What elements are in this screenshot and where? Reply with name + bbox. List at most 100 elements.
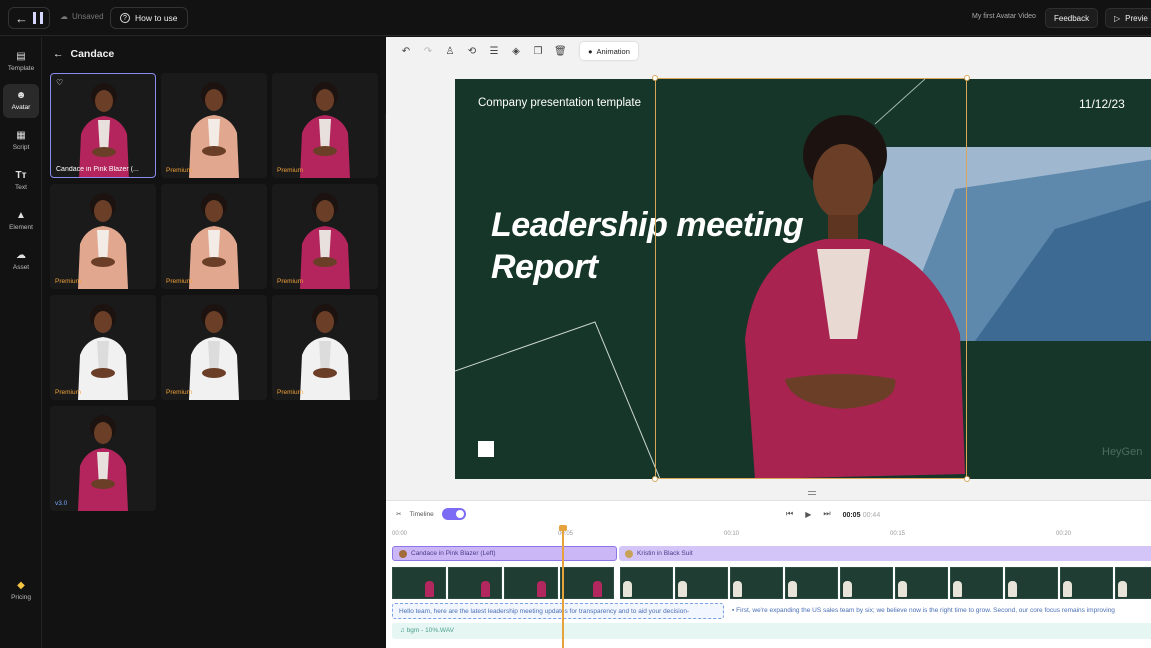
slide-template-title[interactable]: Company presentation template	[478, 97, 641, 109]
help-icon: ?	[120, 13, 130, 23]
heart-icon[interactable]: ♡	[56, 78, 63, 87]
element-icon: ▲	[16, 210, 26, 221]
animation-label: Animation	[596, 46, 630, 56]
current-time: 00:05	[842, 511, 861, 519]
feedback-button[interactable]: Feedback	[1045, 8, 1099, 28]
redo-icon[interactable]: ↷	[422, 46, 434, 57]
script-icon: ▦	[16, 130, 26, 141]
nav-template-label: Template	[7, 65, 35, 72]
nav-element-label: Element	[9, 224, 33, 231]
timeline-toggle[interactable]	[441, 508, 466, 520]
script-clip[interactable]: ▪ First, we're expanding the US sales te…	[730, 603, 1151, 619]
diamond-icon: ◆	[17, 580, 25, 591]
scene-thumbnail[interactable]	[1005, 567, 1058, 599]
nav-template[interactable]: ▤ Template	[3, 45, 39, 79]
scene-track[interactable]	[392, 567, 1151, 599]
scene-thumbnail[interactable]	[448, 567, 502, 599]
avatar-tile[interactable]: Premium	[50, 184, 156, 289]
avatar-thumbnail	[189, 193, 239, 289]
avatar-tile[interactable]: Premium	[161, 73, 267, 178]
nav-script[interactable]: ▦ Script	[3, 124, 39, 158]
premium-badge: Premium	[55, 389, 82, 396]
avatar-thumbnail	[78, 415, 128, 511]
avatar-tile[interactable]: Premium	[272, 73, 378, 178]
ruler-tick: 00:20	[1056, 531, 1072, 537]
panel-title: Candace	[70, 48, 115, 60]
person-icon[interactable]: ♙	[444, 46, 456, 57]
avatar-tile[interactable]: ♡ Candace in Pink Blazer (...	[50, 73, 156, 178]
replace-icon[interactable]: ⟲	[466, 46, 478, 57]
timeline-resize-grip[interactable]	[808, 491, 816, 495]
timeline-label: Timeline	[409, 510, 434, 518]
scene-thumbnail[interactable]	[730, 567, 783, 599]
play-icon[interactable]: ▶	[805, 510, 811, 519]
back-button[interactable]: ←	[8, 7, 50, 29]
project-name[interactable]: My first Avatar Video	[972, 13, 1036, 20]
audio-track[interactable]: ♫ bgm - 10%.WAV	[392, 623, 1151, 639]
scene-thumbnail[interactable]	[392, 567, 446, 599]
nav-text-label: Text	[15, 184, 27, 191]
scene-thumbnail[interactable]	[560, 567, 614, 599]
avatar-track-clip[interactable]: Candace in Pink Blazer (Left)	[392, 546, 617, 561]
premium-badge: Premium	[166, 389, 193, 396]
scene-thumbnail[interactable]	[1115, 567, 1151, 599]
total-time: 00:44	[862, 511, 881, 519]
slide-date[interactable]: 11/12/23	[1079, 97, 1125, 111]
scene-thumbnail[interactable]	[675, 567, 728, 599]
skip-back-icon[interactable]: ⏮	[786, 509, 793, 519]
resize-handle-bl[interactable]	[652, 476, 658, 482]
nav-pricing[interactable]: ◆ Pricing	[3, 574, 39, 608]
panel-header[interactable]: ← Candace	[53, 48, 114, 60]
script-clip[interactable]: Hello team, here are the latest leadersh…	[392, 603, 724, 619]
template-icon: ▤	[16, 51, 26, 62]
scene-thumbnail[interactable]	[620, 567, 673, 599]
scene-thumbnail[interactable]	[504, 567, 558, 599]
avatar-thumbnail	[78, 193, 128, 289]
cloud-icon: ☁	[60, 12, 68, 21]
how-to-use-button[interactable]: ? How to use	[110, 7, 188, 29]
scene-thumbnail[interactable]	[1060, 567, 1113, 599]
playhead[interactable]	[559, 525, 567, 648]
delete-icon[interactable]: 🗑	[554, 46, 567, 57]
avatar-thumbnail	[300, 82, 350, 178]
skip-forward-icon[interactable]: ⏭	[823, 509, 830, 519]
avatar-tile[interactable]: Premium	[272, 184, 378, 289]
ruler-tick: 00:15	[890, 531, 906, 537]
preview-button[interactable]: ▷ Previe	[1105, 8, 1151, 28]
slide-square-shape[interactable]	[478, 441, 494, 457]
resize-handle-tl[interactable]	[652, 75, 658, 81]
layers-icon[interactable]: ◈	[510, 46, 522, 57]
logo-icon	[33, 12, 43, 24]
asset-icon: ☁	[16, 250, 26, 261]
scene-avatar-figure	[733, 581, 742, 597]
scene-thumbnail[interactable]	[840, 567, 893, 599]
resize-handle-tr[interactable]	[964, 75, 970, 81]
avatar-track-clip[interactable]: Kristin in Black Suit	[619, 546, 1151, 561]
editor-app: { "topbar": { "unsaved": "Unsaved", "how…	[0, 0, 1151, 648]
align-icon[interactable]: ☰	[488, 46, 500, 57]
scene-thumbnail[interactable]	[785, 567, 838, 599]
avatar-selection-box[interactable]	[652, 75, 970, 482]
avatar-tile[interactable]: Premium	[161, 184, 267, 289]
timeline-ruler[interactable]: 00:00 00:05 00:10 00:15 00:20	[392, 531, 1142, 541]
animation-button[interactable]: ● Animation	[580, 42, 638, 60]
avatar-track-label: Kristin in Black Suit	[637, 550, 693, 557]
avatar-tile[interactable]: v3.0	[50, 406, 156, 511]
scene-avatar-figure	[898, 581, 907, 597]
nav-element[interactable]: ▲ Element	[3, 204, 39, 238]
us-flag-icon: ▪	[732, 607, 735, 614]
nav-avatar[interactable]: ☻ Avatar	[3, 84, 39, 118]
animation-icon: ●	[588, 46, 593, 56]
duplicate-icon[interactable]: ❐	[532, 46, 544, 57]
nav-text[interactable]: Tт Text	[3, 164, 39, 198]
scene-avatar-figure	[1063, 581, 1072, 597]
undo-icon[interactable]: ↶	[400, 46, 412, 57]
avatar-track-label: Candace in Pink Blazer (Left)	[411, 550, 496, 557]
avatar-tile[interactable]: Premium	[50, 295, 156, 400]
scene-thumbnail[interactable]	[895, 567, 948, 599]
avatar-tile[interactable]: Premium	[161, 295, 267, 400]
nav-asset[interactable]: ☁ Asset	[3, 244, 39, 278]
avatar-tile[interactable]: Premium	[272, 295, 378, 400]
scene-thumbnail[interactable]	[950, 567, 1003, 599]
resize-handle-br[interactable]	[964, 476, 970, 482]
